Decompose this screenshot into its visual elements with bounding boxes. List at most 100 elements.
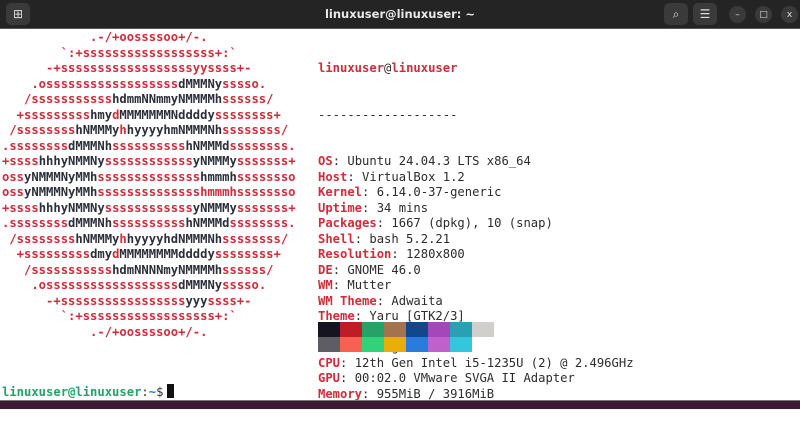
info-row: GPU: 00:02.0 VMware SVGA II Adapter xyxy=(318,371,634,387)
info-row: Kernel: 6.14.0-37-generic xyxy=(318,185,634,201)
search-button[interactable]: ⌕ xyxy=(664,3,688,25)
info-value: 955MiB / 3916MiB xyxy=(376,386,495,401)
logo-segment: yNMMMy xyxy=(192,200,237,215)
logo-segment: hdmmNNmmyNMMMMh xyxy=(112,92,223,106)
logo-segment: ssssssss+ xyxy=(214,107,281,122)
logo-segment: sssssss+ xyxy=(236,200,296,215)
color-swatch xyxy=(362,322,384,337)
info-separator: ------------------- xyxy=(318,107,458,122)
info-key: WM Theme xyxy=(318,293,377,308)
logo-segment: hNMMMd xyxy=(185,138,230,153)
info-key-separator: : xyxy=(362,200,377,215)
logo-segment: +ssss xyxy=(2,200,39,215)
logo-line: +sssshhhyNMMNyssssssssssssyNMMMysssssss+ xyxy=(2,201,296,217)
logo-line: +ssssssssshmydMMMMMMMNddddyssssssss+ xyxy=(2,108,296,124)
terminal-area[interactable]: .-/+oossssoo+/-. `:+ssssssssssssssssss+:… xyxy=(0,29,800,401)
logo-segment: hNMMMd xyxy=(185,216,230,230)
prompt-symbol: $ xyxy=(156,385,164,399)
logo-segment: h xyxy=(119,123,127,137)
info-value: bash 5.2.21 xyxy=(369,231,451,246)
search-icon: ⌕ xyxy=(672,6,680,21)
info-header: linuxuser@linuxuser xyxy=(318,61,634,77)
info-row: OS: Ubuntu 24.04.3 LTS x86_64 xyxy=(318,154,634,170)
info-row: Host: VirtualBox 1.2 xyxy=(318,170,634,186)
logo-segment: ssssssssss xyxy=(112,138,186,153)
info-key-separator: : xyxy=(362,386,377,401)
logo-segment: ssssssss. xyxy=(229,138,296,153)
info-key-separator: : xyxy=(332,278,348,292)
logo-segment: hNMMMy xyxy=(75,231,120,246)
logo-segment: oss xyxy=(2,169,25,184)
info-key: GPU xyxy=(318,371,341,385)
logo-segment: hhhyNMMNy xyxy=(38,154,105,168)
palette-bright-row xyxy=(318,337,494,352)
info-value: Ubuntu 24.04.3 LTS x86_64 xyxy=(347,154,531,168)
logo-segment: hdmNNNNmyNMMMMh xyxy=(112,262,223,277)
info-key-separator: : xyxy=(354,231,370,246)
info-key: Memory xyxy=(318,386,363,401)
color-swatch xyxy=(472,322,494,337)
logo-segment: ssssssso xyxy=(236,169,296,184)
maximize-button[interactable]: □ xyxy=(755,6,772,23)
logo-segment: yNMMMNyMMh xyxy=(24,169,98,184)
info-row: DE: GNOME 46.0 xyxy=(318,263,634,279)
logo-line: -+ssssssssssssssssssyyssss+- xyxy=(2,61,296,77)
menu-button[interactable]: ☰ xyxy=(693,3,717,25)
logo-line: /sssssssshNMMMyhhyyyyhdNMMMNhssssssss/ xyxy=(2,232,296,248)
logo-segment: .ssssssss xyxy=(2,216,69,230)
color-swatch xyxy=(428,322,450,337)
logo-line: -+sssssssssssssssssyyyssss+- xyxy=(2,294,296,310)
logo-segment: /sssssssssss xyxy=(2,262,113,277)
info-key: CPU xyxy=(318,355,341,370)
color-swatch xyxy=(428,337,450,352)
logo-segment: .ossssssssssssssssss xyxy=(2,76,179,91)
color-swatch xyxy=(318,322,340,337)
logo-segment: dMMMNh xyxy=(68,138,113,153)
logo-line: `:+ssssssssssssssssss+:` xyxy=(2,309,296,325)
info-value: 34 mins xyxy=(376,200,429,215)
logo-segment: yNMMMNyMMh xyxy=(24,185,98,199)
logo-segment: ssssss/ xyxy=(222,92,274,106)
logo-segment: .ssssssss xyxy=(2,138,69,153)
title-bar: ⊞ linuxuser@linuxuser: ~ ⌕ ☰ – □ x xyxy=(0,0,800,29)
info-key-separator: : xyxy=(376,216,392,230)
logo-line: ossyNMMMNyMMhsssssssssssssshmmmhssssssso xyxy=(2,185,296,201)
logo-line: .ossssssssssssssssssdMMMNysssso. xyxy=(2,278,296,294)
logo-segment: sssso. xyxy=(222,278,267,292)
color-swatch xyxy=(450,322,472,337)
logo-segment: .-/+oossssoo+/-. xyxy=(2,30,208,44)
prompt-path: ~ xyxy=(148,385,157,399)
logo-segment: hyyyyhmNMMMNh xyxy=(126,123,223,137)
logo-segment: ssss+- xyxy=(207,293,252,308)
close-button[interactable]: x xyxy=(781,6,798,23)
logo-line: `:+ssssssssssssssssss+:` xyxy=(2,46,296,62)
info-row: CPU: 12th Gen Intel i5-1235U (2) @ 2.496… xyxy=(318,356,634,372)
info-key: Packages xyxy=(318,216,377,230)
info-value: 00:02.0 VMware SVGA II Adapter xyxy=(354,371,575,385)
logo-segment: hNMMMy xyxy=(75,123,120,137)
color-palette xyxy=(318,322,494,352)
shell-prompt[interactable]: linuxuser@linuxuser:~$ xyxy=(2,384,175,401)
info-key: Theme xyxy=(318,309,355,323)
info-row: WM: Mutter xyxy=(318,278,634,294)
logo-segment: .ossssssssssssssssss xyxy=(2,278,179,292)
info-key-separator: : xyxy=(332,154,348,168)
info-key: Shell xyxy=(318,231,355,246)
text-cursor xyxy=(167,384,175,398)
info-row: Shell: bash 5.2.21 xyxy=(318,232,634,248)
info-key-separator: : xyxy=(347,169,363,184)
logo-segment: ssssssss/ xyxy=(222,231,289,246)
logo-segment: MMMMMMMMddddy xyxy=(119,247,215,261)
info-key: Kernel xyxy=(318,185,363,199)
logo-segment: dMMMNy xyxy=(178,278,223,292)
logo-segment: oss xyxy=(2,185,25,199)
logo-segment: yNMMMy xyxy=(192,154,237,168)
minimize-button[interactable]: – xyxy=(729,6,746,23)
logo-line: +sssssssssdmydMMMMMMMMddddyssssssss+ xyxy=(2,247,296,263)
info-key-separator: : xyxy=(332,262,348,277)
logo-segment: /ssssssss xyxy=(2,123,76,137)
logo-segment: hmmmh xyxy=(200,169,237,184)
info-key-separator: : xyxy=(354,309,370,323)
logo-segment: -+ssssssssssssssssssyyssss+- xyxy=(2,61,252,75)
logo-segment: MMMMMMMNddddy xyxy=(119,107,215,122)
